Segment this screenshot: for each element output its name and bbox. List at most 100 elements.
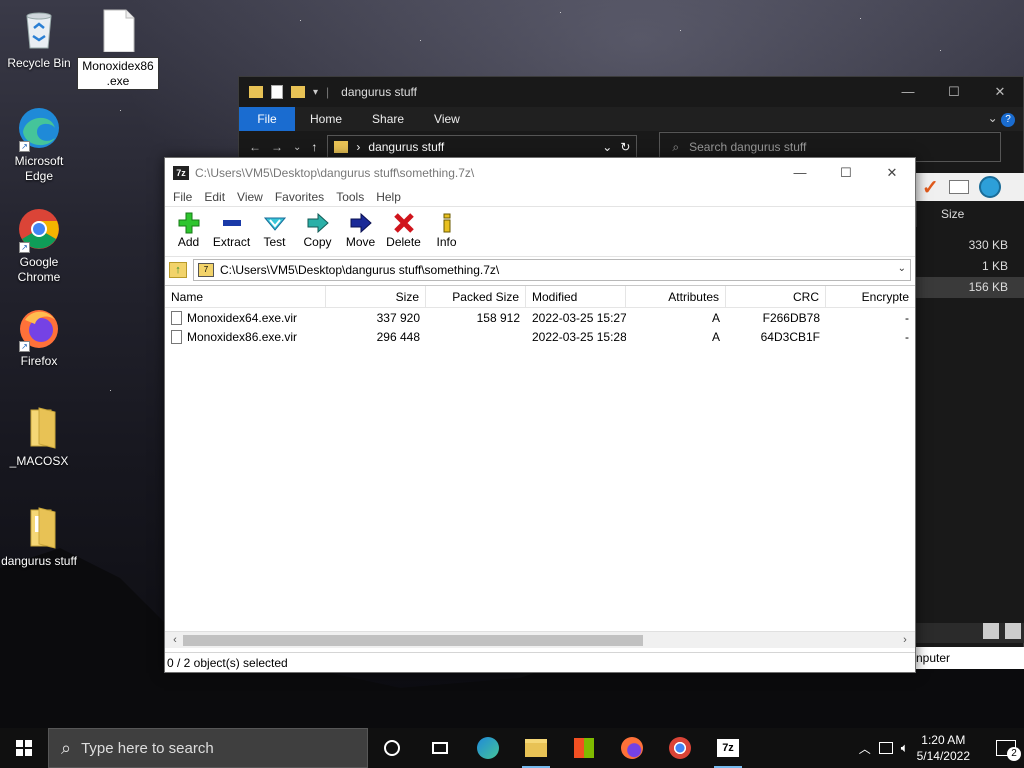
help-icon[interactable]: ? bbox=[1001, 113, 1015, 127]
ribbon-tab-view[interactable]: View bbox=[419, 112, 475, 126]
large-icons-view-icon[interactable] bbox=[1005, 623, 1021, 639]
menu-edit[interactable]: Edit bbox=[198, 188, 231, 206]
properties-icon[interactable] bbox=[271, 85, 283, 99]
size-column-header[interactable]: Size bbox=[916, 201, 1024, 227]
clock[interactable]: 1:20 AM 5/14/2022 bbox=[917, 732, 970, 764]
globe-icon[interactable] bbox=[978, 176, 1001, 198]
desktop-icon-chrome[interactable]: ↗ Google Chrome bbox=[1, 207, 77, 285]
cortana-button[interactable] bbox=[368, 728, 416, 768]
chevron-down-icon[interactable]: ⌄ bbox=[898, 263, 906, 274]
taskbar-file-explorer[interactable] bbox=[512, 728, 560, 768]
scrollbar-thumb[interactable] bbox=[183, 635, 643, 646]
taskbar-store[interactable] bbox=[560, 728, 608, 768]
expand-ribbon-icon[interactable]: ⌄ ? bbox=[988, 111, 1023, 127]
check-icon[interactable]: ✓ bbox=[922, 175, 939, 200]
menu-tools[interactable]: Tools bbox=[330, 188, 370, 206]
file-size-cell: 296 448 bbox=[376, 329, 420, 344]
details-view-icon[interactable] bbox=[983, 623, 999, 639]
attributes-cell: A bbox=[711, 329, 720, 344]
start-button[interactable] bbox=[0, 728, 48, 768]
desktop-icon-dangurus-stuff[interactable]: dangurus stuff bbox=[1, 506, 77, 569]
add-button[interactable]: Add bbox=[167, 207, 210, 256]
search-placeholder: Search dangurus stuff bbox=[689, 140, 807, 154]
ribbon-tab-home[interactable]: Home bbox=[295, 112, 357, 126]
file-name: Monoxidex64.exe.vir bbox=[187, 310, 298, 325]
desktop-icon-recycle-bin[interactable]: Recycle Bin bbox=[1, 8, 77, 71]
rename-text-line2: .exe bbox=[106, 74, 130, 88]
scroll-right-icon[interactable]: › bbox=[897, 632, 913, 649]
explorer-file-list-visible-part: ✓ Size 330 KB 1 KB 156 KB bbox=[916, 173, 1024, 643]
menu-file[interactable]: File bbox=[167, 188, 198, 206]
column-header-encrypted[interactable]: Encrypte bbox=[826, 286, 915, 307]
desktop-icon-label: Recycle Bin bbox=[7, 56, 71, 70]
address-dropdown-icon[interactable]: ⌄ bbox=[602, 140, 612, 154]
menu-help[interactable]: Help bbox=[370, 188, 407, 206]
taskbar-search-input[interactable]: ⌕ Type here to search bbox=[48, 728, 368, 768]
task-view-button[interactable] bbox=[416, 728, 464, 768]
maximize-icon[interactable]: ☐ bbox=[931, 77, 977, 107]
notification-center-button[interactable]: 2 bbox=[996, 740, 1021, 761]
table-row[interactable]: Monoxidex64.exe.vir 337 920 158 912 2022… bbox=[165, 308, 915, 327]
column-header-size[interactable]: Size bbox=[326, 286, 426, 307]
taskbar-edge[interactable] bbox=[464, 728, 512, 768]
recent-dropdown-icon[interactable]: ⌄ bbox=[293, 142, 301, 153]
maximize-icon[interactable]: ☐ bbox=[823, 158, 869, 188]
refresh-icon[interactable]: ↻ bbox=[620, 140, 636, 154]
ribbon-tab-share[interactable]: Share bbox=[357, 112, 419, 126]
7zip-toolbar: Add Extract Test Copy Move Delete Info bbox=[165, 206, 915, 256]
network-icon[interactable] bbox=[878, 742, 893, 754]
desktop-icon-macosx[interactable]: _MACOSX bbox=[1, 406, 77, 469]
volume-icon[interactable]: 🔈︎ bbox=[901, 740, 909, 756]
folder-icon bbox=[334, 141, 349, 153]
desktop-file-monoxidex86[interactable] bbox=[80, 8, 156, 56]
7zip-address-bar[interactable]: 7 C:\Users\VM5\Desktop\dangurus stuff\so… bbox=[193, 258, 911, 281]
column-header-packed-size[interactable]: Packed Size bbox=[426, 286, 526, 307]
ribbon-tab-file[interactable]: File bbox=[239, 107, 295, 131]
minimize-icon[interactable]: — bbox=[777, 158, 823, 188]
test-button[interactable]: Test bbox=[253, 207, 296, 256]
up-icon[interactable]: ↑ bbox=[311, 140, 317, 154]
7zip-window[interactable]: 7z C:\Users\VM5\Desktop\dangurus stuff\s… bbox=[164, 157, 916, 673]
column-header-modified[interactable]: Modified bbox=[526, 286, 626, 307]
file-icon bbox=[171, 329, 182, 344]
scroll-left-icon[interactable]: ‹ bbox=[167, 632, 183, 649]
crc-cell: F266DB78 bbox=[762, 310, 820, 325]
menu-favorites[interactable]: Favorites bbox=[269, 188, 330, 206]
back-icon[interactable]: ← bbox=[249, 140, 261, 154]
explorer-address-bar[interactable]: › dangurus stuff ⌄ ↻ bbox=[327, 135, 638, 159]
info-button[interactable]: Info bbox=[425, 207, 468, 256]
menu-view[interactable]: View bbox=[231, 188, 269, 206]
taskbar-firefox[interactable] bbox=[608, 728, 656, 768]
column-header-attributes[interactable]: Attributes bbox=[626, 286, 726, 307]
taskbar-chrome[interactable] bbox=[656, 728, 704, 768]
extract-label: Extract bbox=[212, 235, 251, 249]
minimize-icon[interactable]: — bbox=[885, 77, 931, 107]
delete-button[interactable]: Delete bbox=[382, 207, 425, 256]
view-toggle-buttons bbox=[983, 623, 1021, 639]
copy-button[interactable]: Copy bbox=[296, 207, 339, 256]
close-icon[interactable]: ✕ bbox=[977, 77, 1023, 107]
shortcut-arrow-icon: ↗ bbox=[19, 341, 30, 352]
desktop-icon-firefox[interactable]: ↗ Firefox bbox=[1, 306, 77, 369]
table-row[interactable]: Monoxidex86.exe.vir 296 448 2022-03-25 1… bbox=[165, 327, 915, 346]
up-folder-icon[interactable]: ↑ bbox=[169, 261, 187, 278]
forward-icon[interactable]: → bbox=[271, 140, 283, 154]
modified-cell: 2022-03-25 15:27 bbox=[532, 310, 626, 325]
rename-input[interactable]: Monoxidex86 .exe bbox=[77, 57, 159, 90]
desktop-icon-edge[interactable]: ↗ Microsoft Edge bbox=[1, 106, 77, 184]
move-button[interactable]: Move bbox=[339, 207, 382, 256]
new-folder-icon[interactable] bbox=[291, 86, 305, 98]
file-list: Name Size Packed Size Modified Attribute… bbox=[165, 285, 915, 635]
close-icon[interactable]: ✕ bbox=[869, 158, 915, 188]
show-hidden-icons-icon[interactable]: ︿ bbox=[859, 740, 871, 757]
breadcrumb-chevron-icon: › bbox=[356, 140, 361, 154]
horizontal-scrollbar[interactable]: ‹ › bbox=[165, 631, 915, 648]
column-header-crc[interactable]: CRC bbox=[726, 286, 826, 307]
column-header-name[interactable]: Name bbox=[165, 286, 326, 307]
taskbar-7zip[interactable]: 7z bbox=[704, 728, 752, 768]
quick-access-dropdown-icon[interactable]: ▾ bbox=[313, 87, 318, 98]
rename-icon[interactable] bbox=[948, 180, 969, 194]
search-icon: ⌕ bbox=[672, 139, 680, 154]
7zip-app-icon: 7z bbox=[173, 166, 189, 180]
extract-button[interactable]: Extract bbox=[210, 207, 253, 256]
